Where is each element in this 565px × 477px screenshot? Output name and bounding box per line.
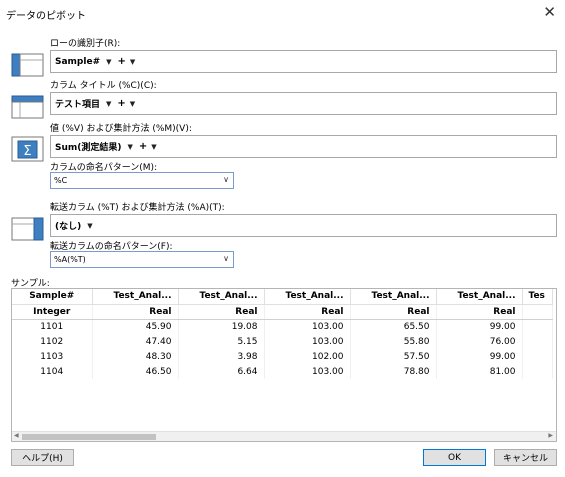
column-header[interactable]: Tes (522, 289, 553, 305)
table-cell: 3.98 (178, 349, 265, 364)
table-cell: 1104 (12, 364, 93, 379)
value-aggregation-token[interactable]: Sum(測定結果) ▼ (55, 140, 133, 154)
table-cell: 6.64 (178, 364, 265, 379)
table-cell (522, 349, 553, 364)
column-header[interactable]: Sample# (12, 289, 93, 305)
table-row: 1104 46.50 6.64 103.00 78.80 81.00 (12, 364, 553, 379)
table-cell: 99.00 (436, 319, 523, 334)
help-button[interactable]: ヘルプ(H) (11, 449, 74, 466)
column-naming-combobox[interactable]: %C ∨ (50, 172, 234, 189)
sample-grid[interactable]: Sample# Test_Anal... Test_Anal... Test_A… (11, 288, 557, 442)
table-row: 1101 45.90 19.08 103.00 65.50 99.00 (12, 319, 553, 334)
column-title-token[interactable]: テスト項目 ▼ (55, 97, 111, 111)
table-row: 1102 47.40 5.15 103.00 55.80 76.00 (12, 334, 553, 349)
row-identifier-icon (11, 53, 44, 77)
chevron-down-icon[interactable]: ▼ (106, 58, 111, 66)
chevron-down-icon[interactable]: ∨ (223, 254, 229, 263)
transfer-naming-combobox[interactable]: %A(%T) ∨ (50, 251, 234, 268)
column-header[interactable]: Test_Anal... (264, 289, 351, 305)
type-cell: Real (178, 304, 265, 320)
row-identifier-label: ローの識別子(R): (50, 39, 121, 49)
column-header[interactable]: Test_Anal... (92, 289, 179, 305)
table-cell: 19.08 (178, 319, 265, 334)
type-cell: Real (350, 304, 437, 320)
type-cell: Integer (12, 304, 93, 320)
header-row: Sample# Test_Anal... Test_Anal... Test_A… (12, 289, 553, 305)
horizontal-scrollbar[interactable]: ◀ ▶ (12, 431, 556, 441)
table-cell: 76.00 (436, 334, 523, 349)
transfer-column-token-label: (なし) (55, 222, 82, 232)
column-naming-value: %C (54, 176, 68, 185)
table-cell: 1101 (12, 319, 93, 334)
type-row: Integer Real Real Real Real Real (12, 304, 553, 320)
table-cell: 1103 (12, 349, 93, 364)
column-title-field[interactable]: テスト項目 ▼ + ▼ (50, 92, 557, 115)
column-header[interactable]: Test_Anal... (350, 289, 437, 305)
column-title-label: カラム タイトル (%C)(C): (50, 81, 157, 91)
transfer-column-token[interactable]: (なし) ▼ (55, 219, 93, 233)
scrollbar-thumb[interactable] (22, 434, 156, 440)
column-title-icon (11, 95, 44, 119)
table-cell: 48.30 (92, 349, 179, 364)
row-identifier-token[interactable]: Sample# ▼ (55, 57, 112, 67)
row-identifier-token-label: Sample# (55, 56, 101, 67)
column-title-token-label: テスト項目 (55, 100, 101, 110)
transfer-naming-value: %A(%T) (54, 255, 86, 264)
table-cell: 103.00 (264, 319, 351, 334)
table-cell (522, 334, 553, 349)
chevron-down-icon[interactable]: ▼ (130, 100, 135, 108)
transfer-column-icon (11, 217, 44, 241)
chevron-down-icon[interactable]: ▼ (130, 58, 135, 66)
sum-icon: Σ (11, 136, 44, 162)
sample-table: Sample# Test_Anal... Test_Anal... Test_A… (12, 289, 553, 379)
close-icon[interactable]: ✕ (543, 3, 556, 21)
add-column-title-button[interactable]: + ▼ (117, 98, 135, 109)
svg-text:Σ: Σ (23, 144, 31, 159)
window-title: データのピボット (6, 11, 86, 22)
table-cell: 5.15 (178, 334, 265, 349)
transfer-column-field[interactable]: (なし) ▼ (50, 214, 557, 237)
table-cell: 65.50 (350, 319, 437, 334)
value-aggregation-label: 値 (%V) および集計方法 (%M)(V): (50, 124, 192, 134)
table-cell (522, 319, 553, 334)
type-cell (522, 304, 553, 320)
table-cell: 81.00 (436, 364, 523, 379)
table-cell: 78.80 (350, 364, 437, 379)
table-row: 1103 48.30 3.98 102.00 57.50 99.00 (12, 349, 553, 364)
chevron-down-icon[interactable]: ▼ (106, 100, 111, 108)
add-row-identifier-button[interactable]: + ▼ (118, 56, 136, 67)
table-cell: 47.40 (92, 334, 179, 349)
table-cell: 103.00 (264, 334, 351, 349)
type-cell: Real (436, 304, 523, 320)
table-cell: 103.00 (264, 364, 351, 379)
chevron-down-icon[interactable]: ▼ (151, 143, 156, 151)
chevron-down-icon[interactable]: ▼ (128, 143, 133, 151)
table-cell: 55.80 (350, 334, 437, 349)
transfer-column-label: 転送カラム (%T) および集計方法 (%A)(T): (50, 203, 225, 213)
table-cell (522, 364, 553, 379)
ok-button[interactable]: OK (423, 449, 486, 466)
table-cell: 57.50 (350, 349, 437, 364)
column-header[interactable]: Test_Anal... (178, 289, 265, 305)
table-cell: 46.50 (92, 364, 179, 379)
chevron-down-icon[interactable]: ∨ (223, 175, 229, 184)
value-aggregation-token-label: Sum(測定結果) (55, 143, 122, 153)
type-cell: Real (92, 304, 179, 320)
cancel-button[interactable]: キャンセル (494, 449, 557, 466)
type-cell: Real (264, 304, 351, 320)
table-cell: 1102 (12, 334, 93, 349)
scroll-left-icon[interactable]: ◀ (14, 432, 19, 439)
column-header[interactable]: Test_Anal... (436, 289, 523, 305)
table-cell: 45.90 (92, 319, 179, 334)
add-value-button[interactable]: + ▼ (139, 141, 157, 152)
table-cell: 99.00 (436, 349, 523, 364)
table-cell: 102.00 (264, 349, 351, 364)
row-identifier-field[interactable]: Sample# ▼ + ▼ (50, 50, 557, 73)
chevron-down-icon[interactable]: ▼ (87, 222, 92, 230)
value-aggregation-field[interactable]: Sum(測定結果) ▼ + ▼ (50, 135, 557, 158)
scroll-right-icon[interactable]: ▶ (548, 432, 553, 439)
